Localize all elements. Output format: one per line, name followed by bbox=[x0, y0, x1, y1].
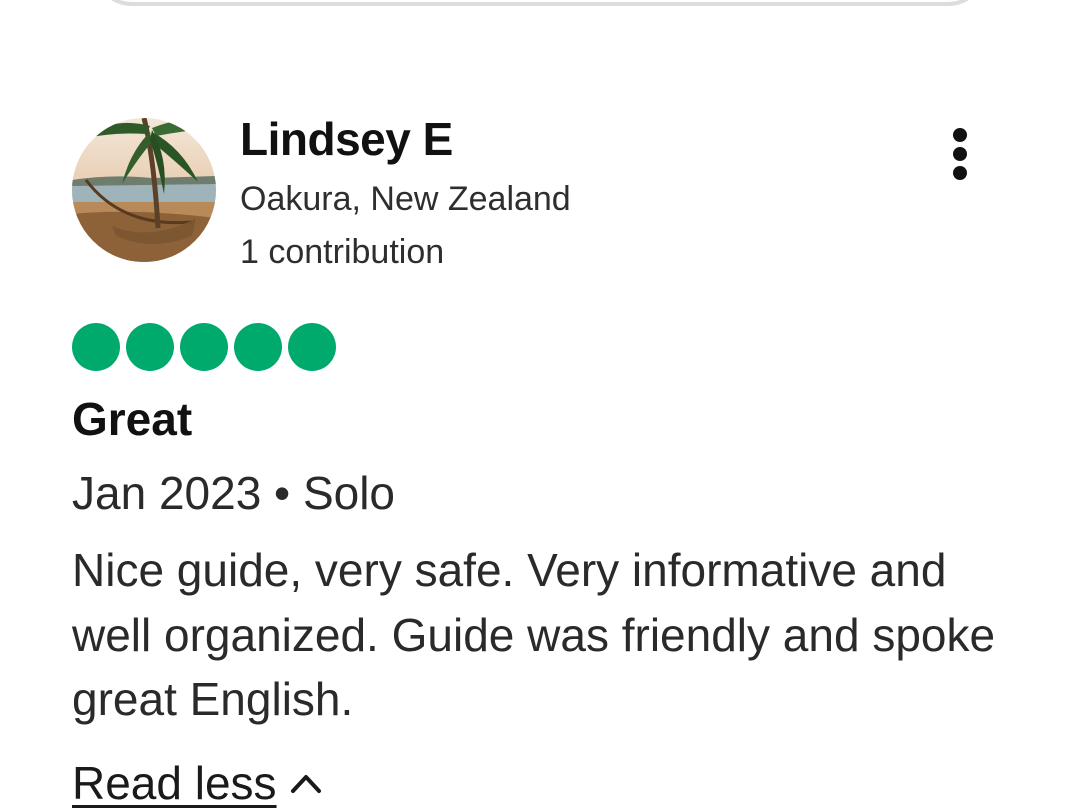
review-body: Nice guide, very safe. Very informative … bbox=[72, 544, 996, 725]
reviewer-location: Oakura, New Zealand bbox=[240, 180, 571, 218]
rating-bubble-icon bbox=[72, 323, 120, 371]
avatar-image bbox=[72, 118, 216, 262]
reviewer-avatar[interactable] bbox=[72, 118, 216, 262]
reviewer-name[interactable]: Lindsey E bbox=[240, 112, 453, 166]
read-less-label: Read less bbox=[72, 757, 277, 808]
rating-bubble-icon bbox=[126, 323, 174, 371]
chevron-up-icon bbox=[290, 775, 321, 793]
rating-bubbles bbox=[72, 323, 336, 371]
previous-card-edge bbox=[92, 0, 988, 6]
rating-bubble-icon bbox=[288, 323, 336, 371]
more-options-button[interactable] bbox=[936, 124, 984, 184]
reviewer-contributions: 1 contribution bbox=[240, 233, 445, 271]
read-less-button[interactable]: Read less bbox=[72, 756, 323, 808]
review-date-trip-type: Jan 2023 • Solo bbox=[72, 467, 396, 519]
rating-bubble-icon bbox=[180, 323, 228, 371]
review-title: Great bbox=[72, 393, 193, 445]
rating-bubble-icon bbox=[234, 323, 282, 371]
